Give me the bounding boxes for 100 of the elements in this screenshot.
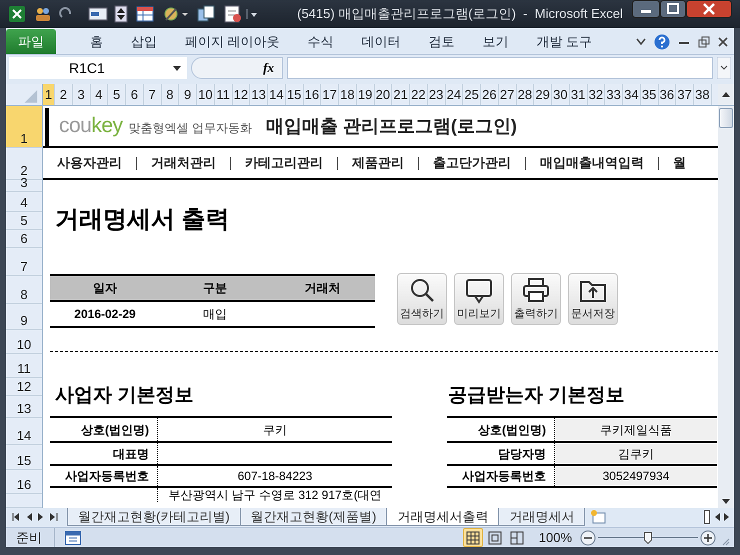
formula-input[interactable] <box>287 57 713 79</box>
column-header[interactable]: 10 <box>197 84 215 105</box>
zoom-slider[interactable] <box>598 530 698 546</box>
row-header[interactable]: 14 <box>6 418 42 445</box>
menu-link[interactable]: 사용자관리 <box>57 153 122 173</box>
caret-icon[interactable] <box>246 7 258 21</box>
row-header[interactable]: 6 <box>6 230 42 248</box>
column-header[interactable]: 16 <box>304 84 322 105</box>
row-header[interactable]: 15 <box>6 445 42 470</box>
column-header[interactable]: 35 <box>640 84 658 105</box>
column-header[interactable]: 31 <box>570 84 588 105</box>
scroll-right-icon[interactable] <box>724 513 730 521</box>
ribbon-tab[interactable]: 데이터 <box>348 29 415 54</box>
expand-icon[interactable] <box>717 57 731 79</box>
help-icon[interactable] <box>654 34 670 50</box>
table-icon[interactable] <box>136 6 154 22</box>
column-header[interactable]: 5 <box>108 84 126 105</box>
form-icon[interactable] <box>88 6 108 22</box>
column-header[interactable]: 37 <box>676 84 694 105</box>
macro-record-icon[interactable] <box>65 530 81 545</box>
name-box[interactable]: R1C1 <box>9 57 187 79</box>
column-header[interactable]: 25 <box>463 84 481 105</box>
menu-link[interactable]: 매입매출내역입력 <box>540 153 644 173</box>
ribbon-tab[interactable]: 보기 <box>468 29 523 54</box>
row-header[interactable]: 7 <box>6 248 42 276</box>
close-icon[interactable] <box>686 0 732 18</box>
column-header[interactable]: 18 <box>339 84 357 105</box>
sheet-tab[interactable]: 거래명세서출력 <box>386 508 500 526</box>
documents-icon[interactable] <box>196 5 216 23</box>
column-header[interactable]: 38 <box>694 84 712 105</box>
view-button[interactable] <box>462 528 483 547</box>
row-header[interactable]: 4 <box>6 192 42 212</box>
scroll-thumb[interactable] <box>719 108 733 128</box>
ribbon-tab[interactable]: 페이지 레이아웃 <box>171 29 294 54</box>
resize-grip-icon[interactable] <box>720 536 730 546</box>
scroll-down-icon[interactable] <box>722 499 730 504</box>
toolbar-button[interactable]: 문서저장 <box>568 273 618 325</box>
column-header[interactable]: 19 <box>356 84 374 105</box>
menu-link[interactable]: 월 <box>673 153 686 173</box>
column-header[interactable]: 13 <box>250 84 268 105</box>
row-header[interactable]: 16 <box>6 470 42 494</box>
column-header[interactable]: 33 <box>605 84 623 105</box>
people-icon[interactable] <box>34 5 52 23</box>
last-sheet-icon[interactable] <box>50 513 58 521</box>
column-header[interactable]: 9 <box>179 84 197 105</box>
ribbon-tab[interactable]: 검토 <box>414 29 469 54</box>
spin-button-icon[interactable] <box>114 5 128 23</box>
sheet-tab[interactable]: 거래명세서 <box>498 508 586 526</box>
sheet-tab[interactable]: 월간재고현황(카테고리별) <box>67 508 241 526</box>
chevron-icon[interactable] <box>636 38 646 46</box>
scroll-left-icon[interactable] <box>714 513 720 521</box>
zoom-out-icon[interactable] <box>580 530 596 546</box>
column-header[interactable]: 1 <box>43 84 55 105</box>
row-header[interactable]: 10 <box>6 330 42 354</box>
scroll-up-icon[interactable] <box>722 92 730 97</box>
column-header[interactable]: 28 <box>516 84 534 105</box>
menu-link[interactable]: 거래처관리 <box>151 153 216 173</box>
column-header[interactable]: 30 <box>552 84 570 105</box>
column-header[interactable]: 24 <box>446 84 464 105</box>
menu-link[interactable]: 제품관리 <box>352 153 404 173</box>
column-header[interactable]: 4 <box>90 84 108 105</box>
minimize-icon[interactable] <box>632 0 660 18</box>
split-handle-icon[interactable] <box>704 510 710 524</box>
column-header[interactable]: 36 <box>658 84 676 105</box>
column-header[interactable]: 3 <box>72 84 90 105</box>
column-header[interactable]: 27 <box>498 84 516 105</box>
slider-thumb[interactable] <box>644 532 652 544</box>
sheet-tab[interactable]: 월간재고현황(제품별) <box>240 508 388 526</box>
column-header[interactable]: 29 <box>534 84 552 105</box>
column-header[interactable]: 32 <box>588 84 606 105</box>
restore-icon[interactable] <box>698 36 710 48</box>
next-sheet-icon[interactable] <box>38 513 44 521</box>
column-header[interactable]: 21 <box>392 84 410 105</box>
row-header[interactable]: 8 <box>6 276 42 304</box>
toolbar-button[interactable]: 검색하기 <box>397 273 447 325</box>
column-header[interactable]: 6 <box>126 84 144 105</box>
column-header[interactable]: 23 <box>428 84 446 105</box>
ribbon-tab[interactable]: 수식 <box>294 29 348 54</box>
zoom-in-icon[interactable] <box>700 530 716 546</box>
ribbon-tab[interactable]: 홈 <box>76 29 117 54</box>
toolbar-button[interactable]: 미리보기 <box>454 273 504 325</box>
column-header[interactable]: 15 <box>286 84 304 105</box>
close-icon[interactable] <box>718 36 728 46</box>
first-sheet-icon[interactable] <box>12 513 20 521</box>
column-header[interactable]: 14 <box>268 84 286 105</box>
maximize-icon[interactable] <box>660 0 686 18</box>
column-header[interactable]: 11 <box>214 84 232 105</box>
row-header[interactable]: 12 <box>6 378 42 396</box>
row-header[interactable]: 13 <box>6 396 42 418</box>
row-header[interactable]: 9 <box>6 304 42 330</box>
ribbon-tab[interactable]: 삽입 <box>117 29 171 54</box>
column-header[interactable]: 26 <box>481 84 499 105</box>
row-header[interactable]: 11 <box>6 354 42 378</box>
column-header[interactable]: 17 <box>321 84 339 105</box>
row-header[interactable]: 5 <box>6 212 42 230</box>
column-header[interactable]: 8 <box>162 84 180 105</box>
file-tab[interactable]: 파일 <box>6 29 56 54</box>
row-header[interactable]: 3 <box>6 180 42 192</box>
dropdown-caret-icon[interactable] <box>173 66 181 70</box>
row-header[interactable]: 1 <box>6 106 42 148</box>
